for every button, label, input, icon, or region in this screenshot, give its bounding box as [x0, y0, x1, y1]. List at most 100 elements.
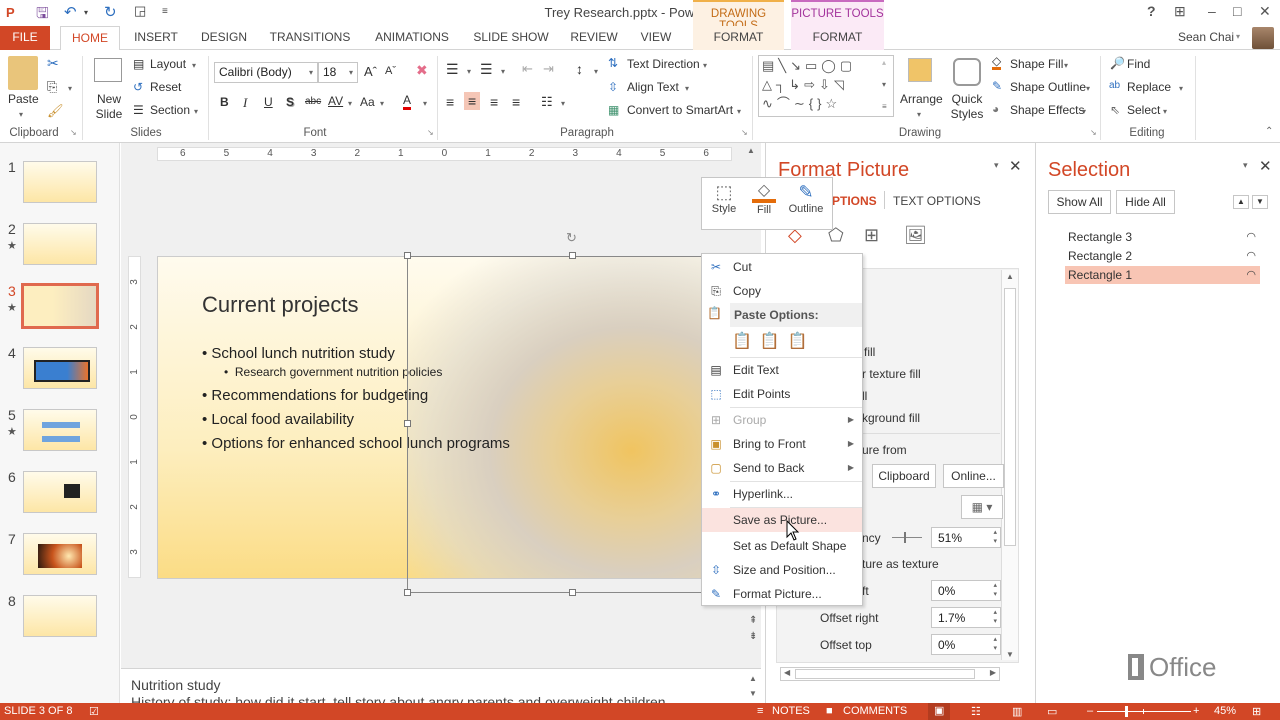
comments-icon[interactable]: ■ [826, 705, 833, 717]
cut-icon[interactable]: ✂ [47, 55, 59, 72]
tab-review[interactable]: REVIEW [566, 26, 622, 50]
shape-effects-dropdown-icon[interactable]: ▾ [1082, 107, 1086, 116]
replace-button[interactable]: Replace [1127, 80, 1171, 94]
shape-fill-button[interactable]: Shape Fill [1010, 57, 1063, 71]
new-slide-button[interactable]: New Slide [92, 92, 126, 122]
tab-home[interactable]: HOME [60, 26, 120, 51]
character-spacing-button[interactable]: AV [328, 94, 343, 108]
bullet-item[interactable]: • Recommendations for budgeting [202, 387, 428, 404]
clear-formatting-icon[interactable]: ✖ [416, 62, 428, 79]
ribbon-display-icon[interactable]: ⊞ [1174, 3, 1186, 20]
select-button[interactable]: Select [1127, 103, 1160, 117]
zoom-in-button[interactable]: + [1193, 705, 1199, 717]
shadow-button[interactable]: S [286, 95, 294, 109]
zoom-level[interactable]: 45% [1214, 705, 1236, 717]
bullets-dropdown-icon[interactable]: ▾ [467, 67, 471, 76]
visibility-eye-icon[interactable]: ◠ [1246, 266, 1256, 284]
change-case-dropdown-icon[interactable]: ▾ [380, 99, 384, 108]
tab-file[interactable]: FILE [0, 26, 50, 50]
picture-selection-frame[interactable] [407, 256, 707, 593]
normal-view-button[interactable]: ▣ [928, 703, 951, 720]
tile-picture-label[interactable]: ture as texture [862, 557, 939, 571]
pane-scroll-thumb[interactable] [1004, 288, 1016, 546]
shape-fill-dropdown-icon[interactable]: ▾ [1064, 61, 1068, 70]
menu-item-edit-points[interactable]: ⬚ Edit Points [702, 382, 862, 406]
user-name[interactable]: Sean Chai [1178, 30, 1234, 44]
maximize-icon[interactable]: □ [1233, 3, 1241, 19]
bullet-item[interactable]: • School lunch nutrition study [202, 345, 395, 362]
pane-horizontal-scrollbar[interactable]: ◀ ▶ [780, 667, 1000, 681]
spell-check-icon[interactable]: ☑ [89, 705, 99, 718]
resize-handle[interactable] [404, 589, 411, 596]
editor-scroll-up-icon[interactable]: ▲ [747, 146, 755, 155]
bold-button[interactable]: B [220, 95, 229, 109]
tab-insert[interactable]: INSERT [126, 26, 186, 50]
increase-indent-icon[interactable]: ⇥ [543, 61, 554, 77]
select-dropdown-icon[interactable]: ▾ [1163, 107, 1167, 116]
tab-slide-show[interactable]: SLIDE SHOW [470, 26, 552, 50]
fill-option-background[interactable]: kground fill [862, 411, 920, 425]
font-color-dropdown-icon[interactable]: ▾ [423, 99, 427, 108]
tab-animations[interactable]: ANIMATIONS [368, 26, 456, 50]
bring-forward-button[interactable]: ▲ [1233, 195, 1249, 209]
arrange-dropdown-icon[interactable]: ▾ [917, 110, 921, 119]
close-icon[interactable]: ✕ [1259, 3, 1271, 20]
font-size-select[interactable]: 18 ▾ [318, 62, 358, 83]
size-properties-icon[interactable]: ⊞ [864, 225, 879, 246]
selection-pane-options-icon[interactable]: ▾ [1243, 160, 1248, 171]
menu-item-bring-to-front[interactable]: ▣ Bring to Front ▶ [702, 432, 862, 456]
slide-thumbnail-2[interactable] [23, 223, 97, 265]
font-color-button[interactable]: A [403, 94, 412, 110]
notes-toggle-button[interactable]: NOTES [772, 705, 810, 717]
drawing-launcher-icon[interactable]: ↘ [1090, 128, 1097, 137]
align-right-icon[interactable]: ≡ [490, 94, 498, 110]
menu-item-send-to-back[interactable]: ▢ Send to Back ▶ [702, 456, 862, 480]
selection-item-rectangle-2[interactable]: Rectangle 2 ◠ [1065, 247, 1260, 265]
align-left-icon[interactable]: ≡ [446, 94, 454, 110]
pane-hscroll-thumb[interactable] [795, 669, 975, 679]
transparency-spinner[interactable]: 51% ▴ ▾ [931, 527, 1001, 548]
columns-dropdown-icon[interactable]: ▾ [561, 99, 565, 108]
visibility-eye-icon[interactable]: ◠ [1246, 247, 1256, 265]
gallery-more-icon[interactable]: ≡ [882, 102, 887, 111]
pane-options-icon[interactable]: ▾ [994, 160, 999, 171]
notes-icon[interactable]: ≡ [757, 705, 763, 717]
pane-close-icon[interactable]: ✕ [1009, 157, 1022, 175]
comments-toggle-button[interactable]: COMMENTS [843, 705, 907, 717]
paste-keep-source-formatting-icon[interactable]: 📋 [760, 333, 788, 350]
reading-view-button[interactable]: ▥ [1012, 705, 1022, 718]
previous-slide-icon[interactable]: ⇞ [749, 615, 757, 626]
shape-outline-dropdown-icon[interactable]: ▾ [1086, 84, 1090, 93]
clipboard-button[interactable]: Clipboard [872, 464, 936, 488]
outline-button[interactable]: ✎ Outline [786, 182, 826, 215]
style-button[interactable]: ⬚ Style [704, 182, 744, 215]
menu-item-hyperlink[interactable]: ⚭ Hyperlink... [702, 482, 862, 506]
send-backward-button[interactable]: ▼ [1252, 195, 1268, 209]
numbering-dropdown-icon[interactable]: ▾ [501, 67, 505, 76]
shapes-gallery[interactable]: ▤╲↘▭◯▢ △┐↳⇨⇩◹ ∿⌒∼{}☆ [758, 55, 894, 117]
shape-outline-button[interactable]: Shape Outline [1010, 80, 1086, 94]
reset-button[interactable]: Reset [150, 80, 181, 94]
menu-item-copy[interactable]: ⎘ Copy [702, 279, 862, 303]
transparency-slider[interactable] [892, 532, 922, 543]
slide-thumbnail-1[interactable] [23, 161, 97, 203]
user-avatar[interactable] [1252, 27, 1274, 49]
online-button[interactable]: Online... [943, 464, 1004, 488]
tab-drawing-format[interactable]: FORMAT [693, 26, 784, 50]
slide-thumbnail-8[interactable] [23, 595, 97, 637]
paste-picture-icon[interactable]: 📋 [788, 333, 816, 350]
italic-button[interactable]: I [243, 95, 247, 111]
find-button[interactable]: Find [1127, 57, 1150, 71]
columns-icon[interactable]: ☷ [541, 94, 553, 110]
fill-option-texture[interactable]: r texture fill [862, 367, 921, 381]
shrink-font-icon[interactable]: Aˇ [385, 65, 396, 77]
replace-dropdown-icon[interactable]: ▾ [1179, 84, 1183, 93]
notes-scroll-down-icon[interactable]: ▼ [749, 689, 757, 698]
tab-transitions[interactable]: TRANSITIONS [268, 26, 352, 50]
tab-picture-format[interactable]: FORMAT [791, 26, 884, 50]
gallery-scroll-down-icon[interactable]: ▾ [882, 80, 886, 89]
grow-font-icon[interactable]: Aˆ [364, 64, 377, 79]
shape-effects-button[interactable]: Shape Effects [1010, 103, 1085, 117]
zoom-slider[interactable] [1097, 706, 1191, 717]
selection-pane-close-icon[interactable]: ✕ [1259, 157, 1272, 175]
